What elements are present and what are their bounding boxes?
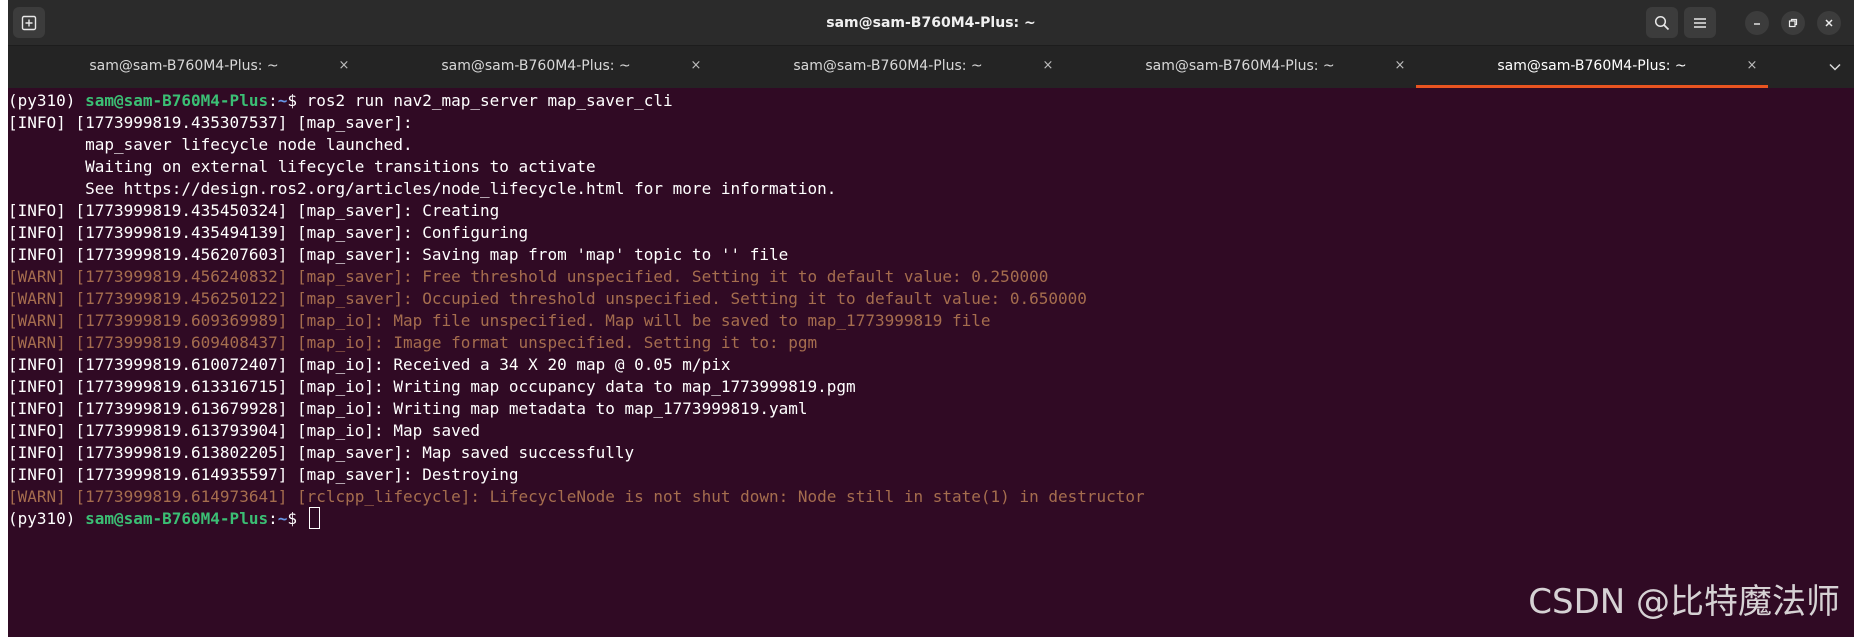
maximize-button[interactable]	[1781, 11, 1805, 35]
prompt-separator: :	[268, 509, 278, 528]
tab-close-icon[interactable]: ×	[1040, 58, 1056, 74]
chevron-down-icon	[1829, 63, 1841, 71]
terminal-output[interactable]: (py310) sam@sam-B760M4-Plus:~$ ros2 run …	[8, 88, 1854, 637]
new-tab-icon	[21, 15, 37, 30]
prompt-separator: :	[268, 91, 278, 110]
tab-bar: sam@sam-B760M4-Plus: ~ × sam@sam-B760M4-…	[8, 46, 1854, 88]
tab-close-icon[interactable]: ×	[1392, 58, 1408, 74]
prompt-user-host: sam@sam-B760M4-Plus	[85, 509, 269, 528]
command-text: ros2 run nav2_map_server map_saver_cli	[306, 91, 673, 110]
close-icon	[1825, 19, 1833, 27]
tab-5-active[interactable]: sam@sam-B760M4-Plus: ~ ×	[1416, 46, 1768, 88]
tab-2[interactable]: sam@sam-B760M4-Plus: ~ ×	[360, 46, 712, 88]
prompt-line: (py310) sam@sam-B760M4-Plus:~$	[8, 506, 320, 532]
tab-label: sam@sam-B760M4-Plus: ~	[793, 58, 983, 74]
tab-close-icon[interactable]: ×	[1744, 58, 1760, 74]
prompt-user-host: sam@sam-B760M4-Plus	[85, 91, 269, 110]
restore-icon	[1788, 18, 1798, 28]
close-button[interactable]	[1817, 11, 1841, 35]
hamburger-menu-icon	[1694, 17, 1706, 28]
tab-label: sam@sam-B760M4-Plus: ~	[441, 58, 631, 74]
search-button[interactable]	[1646, 7, 1678, 38]
minimize-button[interactable]	[1745, 11, 1769, 35]
header-bar: sam@sam-B760M4-Plus: ~	[8, 0, 1854, 46]
prompt-path: ~	[277, 509, 288, 528]
tab-overflow-button[interactable]	[1824, 57, 1846, 77]
tab-close-icon[interactable]: ×	[336, 58, 352, 74]
minimize-icon	[1754, 23, 1760, 25]
tab-4[interactable]: sam@sam-B760M4-Plus: ~ ×	[1064, 46, 1416, 88]
text-cursor	[308, 507, 320, 529]
prompt-env: (py310)	[8, 91, 86, 110]
tab-label: sam@sam-B760M4-Plus: ~	[1497, 58, 1687, 74]
csdn-watermark: CSDN @比特魔法师	[1528, 582, 1840, 622]
prompt-symbol: $	[287, 91, 307, 110]
prompt-symbol: $	[287, 509, 307, 528]
menu-button[interactable]	[1684, 7, 1716, 38]
tab-close-icon[interactable]: ×	[688, 58, 704, 74]
tab-3[interactable]: sam@sam-B760M4-Plus: ~ ×	[712, 46, 1064, 88]
window-title: sam@sam-B760M4-Plus: ~	[826, 15, 1036, 31]
search-icon	[1654, 15, 1670, 30]
new-tab-button[interactable]	[13, 7, 45, 38]
tab-label: sam@sam-B760M4-Plus: ~	[89, 58, 279, 74]
tab-label: sam@sam-B760M4-Plus: ~	[1145, 58, 1335, 74]
terminal-window: sam@sam-B760M4-Plus: ~ sam@sam-B760M4-Pl…	[8, 0, 1854, 637]
prompt-env: (py310)	[8, 509, 86, 528]
prompt-path: ~	[277, 91, 288, 110]
tab-1[interactable]: sam@sam-B760M4-Plus: ~ ×	[8, 46, 360, 88]
